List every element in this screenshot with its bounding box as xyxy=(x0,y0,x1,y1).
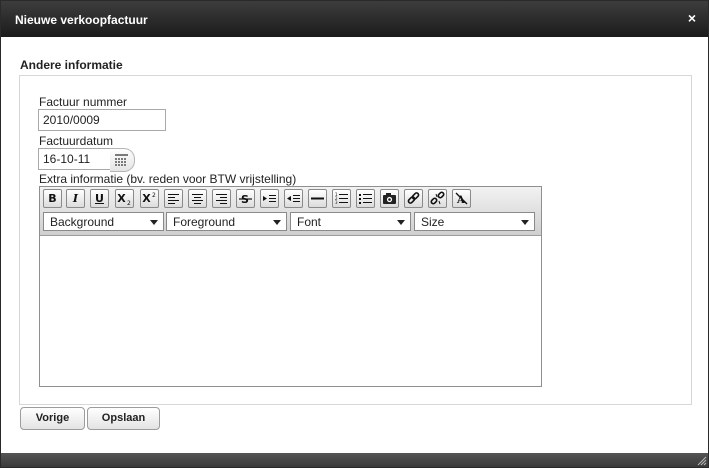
indent-icon xyxy=(263,195,276,202)
background-select-label: Background xyxy=(50,215,115,229)
subscript-button[interactable]: X 2 xyxy=(115,189,134,208)
invoice-number-input[interactable]: 2010/0009 xyxy=(38,109,166,131)
align-left-button[interactable] xyxy=(164,189,183,208)
foreground-select-label: Foreground xyxy=(173,215,236,229)
editor-content-area[interactable] xyxy=(40,236,541,386)
svg-text:2: 2 xyxy=(152,192,156,199)
ordered-list-button[interactable]: 123 xyxy=(332,189,351,208)
dialog-titlebar[interactable]: Nieuwe verkoopfactuur × xyxy=(1,1,708,37)
remove-format-icon: A xyxy=(455,192,468,206)
align-center-icon xyxy=(192,194,203,204)
invoice-date-input[interactable]: 16-10-11 xyxy=(38,148,111,170)
italic-button[interactable]: I xyxy=(66,189,85,208)
rich-text-editor: B I U X 2 X 2 S 123 xyxy=(39,186,542,387)
editor-toolbar: B I U X 2 X 2 S 123 xyxy=(40,187,541,236)
chevron-down-icon xyxy=(273,220,281,225)
horizontal-rule-button[interactable] xyxy=(308,189,327,208)
font-select-label: Font xyxy=(297,215,322,229)
svg-text:2: 2 xyxy=(127,200,131,207)
dialog-title: Nieuwe verkoopfactuur xyxy=(15,13,148,27)
close-icon[interactable]: × xyxy=(688,10,696,26)
unlink-icon xyxy=(430,191,445,205)
remove-format-button[interactable]: A xyxy=(452,189,471,208)
dialog-window: Nieuwe verkoopfactuur × Andere informati… xyxy=(0,0,709,468)
unordered-list-button[interactable] xyxy=(356,189,375,208)
underline-button[interactable]: U xyxy=(90,189,109,208)
align-right-icon xyxy=(216,194,227,204)
strikethrough-button[interactable]: S xyxy=(236,189,255,208)
size-select[interactable]: Size xyxy=(414,212,535,231)
previous-button[interactable]: Vorige xyxy=(20,407,85,430)
camera-icon xyxy=(383,193,396,204)
superscript-icon: 2 xyxy=(152,192,156,199)
outdent-icon xyxy=(287,195,300,202)
status-bar xyxy=(1,453,708,467)
horizontal-rule-icon xyxy=(311,197,324,200)
align-center-button[interactable] xyxy=(188,189,207,208)
insert-image-button[interactable] xyxy=(380,189,399,208)
font-select[interactable]: Font xyxy=(290,212,411,231)
outdent-button[interactable] xyxy=(284,189,303,208)
invoice-number-label: Factuur nummer xyxy=(39,95,128,109)
align-right-button[interactable] xyxy=(212,189,231,208)
ordered-list-icon: 123 xyxy=(335,192,348,205)
underline-label: U xyxy=(95,192,104,205)
chevron-down-icon xyxy=(521,220,529,225)
remove-link-button[interactable] xyxy=(428,189,447,208)
resize-grip-icon[interactable] xyxy=(695,454,707,466)
insert-link-button[interactable] xyxy=(404,189,423,208)
chevron-down-icon xyxy=(150,220,158,225)
svg-text:3: 3 xyxy=(335,200,338,205)
save-button[interactable]: Opslaan xyxy=(87,407,160,430)
unordered-list-icon xyxy=(359,194,372,204)
align-left-icon xyxy=(168,194,179,204)
foreground-color-select[interactable]: Foreground xyxy=(166,212,287,231)
bold-button[interactable]: B xyxy=(43,189,62,208)
background-color-select[interactable]: Background xyxy=(43,212,164,231)
calendar-button[interactable] xyxy=(110,148,135,172)
size-select-label: Size xyxy=(421,215,445,229)
section-title: Andere informatie xyxy=(20,58,123,72)
superscript-button[interactable]: X 2 xyxy=(140,189,159,208)
italic-label: I xyxy=(72,192,79,205)
extra-info-label: Extra informatie (bv. reden voor BTW vri… xyxy=(39,172,297,186)
chevron-down-icon xyxy=(397,220,405,225)
bold-label: B xyxy=(48,192,57,205)
calendar-icon xyxy=(115,154,128,166)
link-icon xyxy=(407,192,420,204)
invoice-date-label: Factuurdatum xyxy=(39,134,114,148)
indent-button[interactable] xyxy=(260,189,279,208)
subscript-icon: 2 xyxy=(127,200,131,207)
strikethrough-icon: S xyxy=(239,193,252,206)
